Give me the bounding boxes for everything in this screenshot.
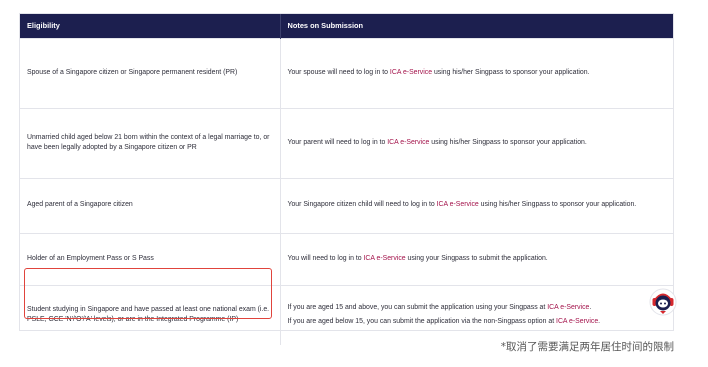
ica-e-service-link[interactable]: ICA e-Service — [363, 255, 405, 262]
ica-e-service-link[interactable]: ICA e-Service — [556, 318, 598, 325]
notes-cell: If you are aged 15 and above, you can su… — [279, 284, 673, 345]
notes-cell: Your Singapore citizen child will need t… — [279, 177, 673, 233]
footnote-text: *取消了需要满足两年居住时间的限制 — [500, 341, 674, 353]
note-text: Your Singapore citizen child will need t… — [287, 201, 437, 209]
eligibility-cell: Aged parent of a Singapore citizen — [20, 177, 280, 233]
note-paragraph: If you are aged below 15, you can submit… — [288, 317, 667, 327]
student-row-highlight-box — [24, 268, 272, 319]
note-text: If you are aged below 15, you can submit… — [287, 318, 557, 326]
note-text: Your spouse will need to log in to — [287, 68, 390, 76]
note-text: using his/her Singpass to sponsor your a… — [432, 68, 590, 76]
ica-e-service-link[interactable]: ICA e-Service — [387, 139, 429, 146]
ica-e-service-link[interactable]: ICA e-Service — [437, 201, 479, 208]
ica-e-service-link[interactable]: ICA e-Service — [390, 69, 432, 76]
eligibility-cell: Unmarried child aged below 21 born withi… — [20, 107, 280, 178]
note-text: using his/her Singpass to sponsor your a… — [478, 201, 637, 209]
notes-cell: Your parent will need to log in to ICA e… — [279, 107, 673, 178]
note-text: . — [589, 304, 592, 312]
note-text: using your Singpass to submit the applic… — [405, 254, 548, 262]
note-text: Your parent will need to log in to — [287, 138, 388, 146]
notes-cell: You will need to log in to ICA e-Service… — [279, 232, 673, 285]
table-header-row: Eligibility Notes on Submission — [20, 14, 673, 38]
eligibility-cell: Spouse of a Singapore citizen or Singapo… — [20, 37, 280, 108]
note-paragraph: If you are aged 15 and above, you can su… — [288, 303, 667, 313]
chat-assistant-avatar-icon[interactable] — [648, 287, 678, 317]
notes-cell: Your spouse will need to log in to ICA e… — [279, 37, 673, 108]
header-eligibility: Eligibility — [20, 14, 280, 38]
note-text: using his/her Singpass to sponsor your a… — [429, 138, 587, 146]
note-text: You will need to log in to — [287, 254, 364, 262]
table-row: Aged parent of a Singapore citizen Your … — [20, 177, 673, 233]
note-text: . — [598, 318, 601, 326]
table-row: Spouse of a Singapore citizen or Singapo… — [20, 37, 673, 108]
note-text: If you are aged 15 and above, you can su… — [287, 304, 548, 312]
table-row: Unmarried child aged below 21 born withi… — [20, 107, 673, 178]
header-notes: Notes on Submission — [279, 14, 673, 38]
ica-e-service-link[interactable]: ICA e-Service — [547, 304, 589, 311]
